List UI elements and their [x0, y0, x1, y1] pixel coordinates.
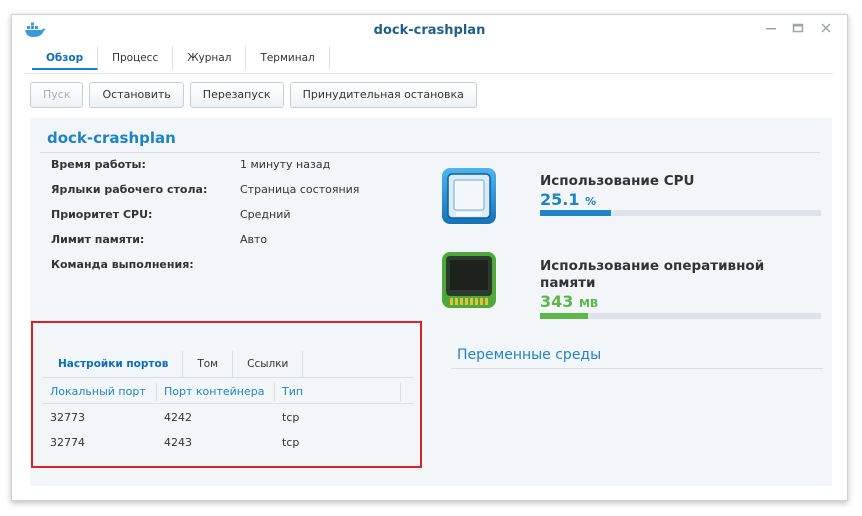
close-icon[interactable]: [817, 21, 835, 39]
main-tabs: Обзор Процесс Журнал Терминал: [32, 46, 330, 74]
info-value: Страница состояния: [240, 183, 360, 196]
tab-overview[interactable]: Обзор: [32, 46, 99, 70]
environment-variables-panel: Переменные среды: [437, 335, 831, 485]
maximize-icon[interactable]: [789, 21, 807, 39]
info-value: Средний: [240, 208, 291, 221]
minimize-icon[interactable]: [762, 21, 780, 39]
toolbar: Пуск Остановить Перезапуск Принудительна…: [30, 82, 477, 108]
stop-button[interactable]: Остановить: [89, 82, 184, 108]
environment-variables-divider: [451, 368, 823, 369]
ram-usage-title-line2: памяти: [540, 275, 596, 291]
info-label: Приоритет CPU:: [51, 208, 153, 221]
ram-usage-value: 343 MB: [540, 292, 598, 311]
info-label: Команда выполнения:: [51, 258, 194, 271]
tab-log[interactable]: Журнал: [173, 46, 247, 70]
info-label: Ярлыки рабочего стола:: [51, 183, 208, 196]
ram-usage-number: 343: [540, 292, 574, 311]
ram-usage-bar: [540, 313, 821, 319]
ram-usage-bar-fill: [540, 313, 588, 319]
cpu-usage-icon: [440, 166, 498, 230]
ram-usage-unit: MB: [578, 297, 599, 310]
cpu-usage-bar: [540, 210, 821, 216]
app-window: dock-crashplan Обзор Процесс Журнал Терм…: [11, 14, 848, 501]
info-label: Лимит памяти:: [51, 233, 145, 246]
window-title: dock-crashplan: [373, 23, 486, 38]
ram-usage-icon: [440, 250, 498, 314]
force-stop-button[interactable]: Принудительная остановка: [289, 82, 477, 108]
tab-process[interactable]: Процесс: [98, 46, 174, 70]
tabs-divider: [24, 73, 833, 74]
cpu-usage-bar-fill: [540, 210, 611, 216]
info-label: Время работы:: [51, 158, 146, 171]
cpu-usage-unit: %: [585, 195, 597, 208]
restart-button[interactable]: Перезапуск: [189, 82, 284, 108]
cpu-usage-number: 25.1: [540, 190, 580, 209]
cpu-usage-title: Использование CPU: [540, 173, 695, 189]
environment-variables-title: Переменные среды: [457, 347, 602, 363]
ram-usage-title-line1: Использование оперативной: [540, 258, 765, 274]
title-divider: [40, 152, 820, 153]
info-value: Авто: [240, 233, 268, 246]
start-button[interactable]: Пуск: [30, 82, 84, 108]
cpu-usage-value: 25.1 %: [540, 190, 596, 209]
info-value: 1 минуту назад: [240, 158, 331, 171]
highlight-annotation-box: [31, 321, 422, 468]
container-name-title: dock-crashplan: [47, 129, 176, 147]
tab-terminal[interactable]: Терминал: [246, 46, 330, 70]
title-bar[interactable]: dock-crashplan: [12, 15, 847, 47]
